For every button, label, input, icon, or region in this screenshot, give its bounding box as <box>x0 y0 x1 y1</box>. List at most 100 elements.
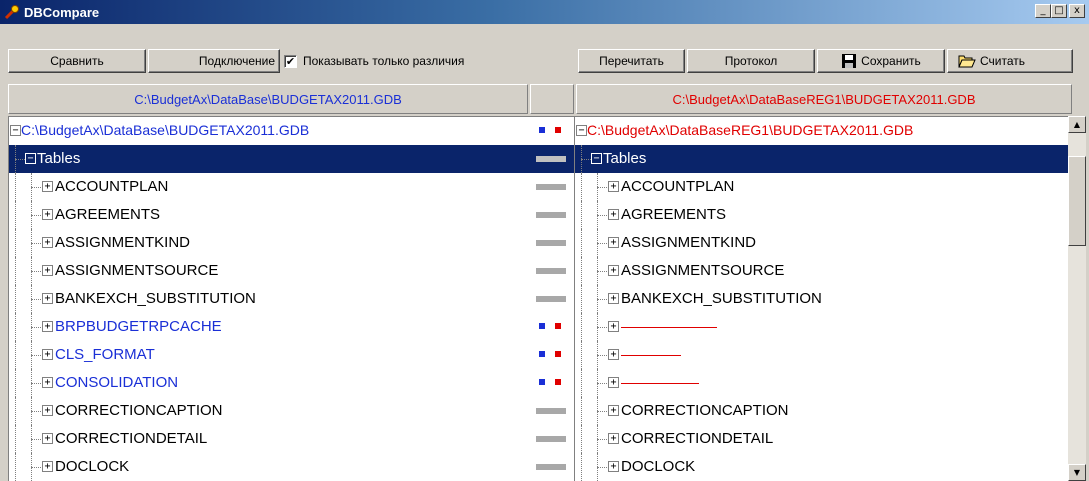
tree-item-right[interactable]: + AGREEMENTS <box>575 201 1068 229</box>
table-name: ASSIGNMENTKIND <box>621 234 757 251</box>
expand-icon[interactable]: + <box>608 181 619 192</box>
diff-marker-blue <box>539 351 545 357</box>
connect-button[interactable]: Подключение <box>148 49 280 73</box>
tree-item-right[interactable]: + ASSIGNMENTSOURCE <box>575 257 1068 285</box>
expand-icon[interactable]: + <box>42 321 53 332</box>
expand-icon[interactable]: + <box>608 321 619 332</box>
expand-icon[interactable]: + <box>42 461 53 472</box>
left-items: + ACCOUNTPLAN + AGREEMENTS + ASSIGNMENTKIND + A… <box>9 173 530 481</box>
tree-item-right[interactable]: + ASSIGNMENTKIND <box>575 229 1068 257</box>
table-name: BANKEXCH_SUBSTITUTION <box>55 290 256 307</box>
tree-item-right[interactable]: + BANKEXCH_SUBSTITUTION <box>575 285 1068 313</box>
tree-item-left[interactable]: + CORRECTIONDETAIL <box>9 425 530 453</box>
tree-item-right[interactable]: + <box>575 313 1068 341</box>
table-name: CORRECTIONCAPTION <box>621 402 789 419</box>
tree-item-right[interactable]: + CORRECTIONDETAIL <box>575 425 1068 453</box>
expand-icon[interactable]: + <box>42 433 53 444</box>
checkbox-box[interactable]: ✔ <box>284 54 297 68</box>
expand-icon[interactable]: + <box>42 265 53 276</box>
tree-item-left[interactable]: + BANKEXCH_SUBSTITUTION <box>9 285 530 313</box>
tree-line <box>15 397 16 425</box>
expand-icon[interactable]: + <box>608 209 619 220</box>
diff-marker-blue <box>539 323 545 329</box>
expand-icon[interactable]: + <box>608 377 619 388</box>
diff-marker-blue <box>539 379 545 385</box>
tree-root-left[interactable]: − C:\BudgetAx\DataBase\BUDGETAX2011.GDB <box>9 117 530 145</box>
save-label: Сохранить <box>861 54 921 68</box>
expand-icon[interactable]: + <box>42 293 53 304</box>
tree-line <box>581 201 582 229</box>
left-tree-panel[interactable]: − C:\BudgetAx\DataBase\BUDGETAX2011.GDB … <box>8 116 530 481</box>
expand-icon[interactable]: + <box>608 349 619 360</box>
tree-line <box>581 285 582 313</box>
tree-item-left[interactable]: + ASSIGNMENTKIND <box>9 229 530 257</box>
tables-label: Tables <box>37 150 81 167</box>
expand-icon[interactable]: + <box>42 209 53 220</box>
table-name: CLS_FORMAT <box>55 346 155 363</box>
missing-object-line <box>621 327 717 328</box>
tree-item-left[interactable]: + BRPBUDGETRPCACHE <box>9 313 530 341</box>
expand-icon[interactable]: + <box>608 433 619 444</box>
scroll-down-button[interactable]: ▼ <box>1068 464 1086 481</box>
same-indicator <box>536 296 566 302</box>
load-button[interactable]: Считать <box>947 49 1073 73</box>
expand-icon[interactable]: + <box>608 461 619 472</box>
expand-icon[interactable]: + <box>42 181 53 192</box>
table-name: ASSIGNMENTSOURCE <box>621 262 785 279</box>
show-diff-label: Показывать только различия <box>303 54 465 68</box>
scroll-up-button[interactable]: ▲ <box>1068 116 1086 133</box>
tree-item-left[interactable]: + ASSIGNMENTSOURCE <box>9 257 530 285</box>
right-path-header: C:\BudgetAx\DataBaseREG1\BUDGETAX2011.GD… <box>576 84 1072 114</box>
expand-icon[interactable]: + <box>608 237 619 248</box>
same-indicator <box>536 156 566 162</box>
tree-line <box>15 369 16 397</box>
compare-button[interactable]: Сравнить <box>8 49 146 73</box>
tree-item-right[interactable]: + CORRECTIONCAPTION <box>575 397 1068 425</box>
tree-item-left[interactable]: + CONSOLIDATION <box>9 369 530 397</box>
table-name: ACCOUNTPLAN <box>55 178 169 195</box>
tree-item-left[interactable]: + ACCOUNTPLAN <box>9 173 530 201</box>
maximize-button[interactable]: □ <box>1051 4 1067 18</box>
expand-icon[interactable]: + <box>42 405 53 416</box>
app-icon <box>4 4 20 20</box>
tree-root-right[interactable]: − C:\BudgetAx\DataBaseREG1\BUDGETAX2011.… <box>575 117 1068 145</box>
save-button[interactable]: Сохранить <box>817 49 945 73</box>
expand-icon[interactable]: + <box>42 377 53 388</box>
collapse-icon[interactable]: − <box>10 125 21 136</box>
minimize-button[interactable]: _ <box>1035 4 1051 18</box>
expand-icon[interactable]: + <box>608 405 619 416</box>
mid-items <box>530 173 574 481</box>
tree-line <box>581 453 582 481</box>
reread-button[interactable]: Перечитать <box>578 49 685 73</box>
tree-item-right[interactable]: + <box>575 369 1068 397</box>
tree-line <box>581 425 582 453</box>
tree-item-right[interactable]: + ACCOUNTPLAN <box>575 173 1068 201</box>
expand-icon[interactable]: + <box>42 237 53 248</box>
scroll-thumb[interactable] <box>1068 156 1086 246</box>
table-name: CORRECTIONCAPTION <box>55 402 223 419</box>
vertical-scrollbar[interactable]: ▲ ▼ <box>1068 116 1086 481</box>
log-button[interactable]: Протокол <box>687 49 815 73</box>
title-bar[interactable]: DBCompare _ □ x <box>0 0 1089 24</box>
root-left-label: C:\BudgetAx\DataBase\BUDGETAX2011.GDB <box>21 122 310 138</box>
tree-item-left[interactable]: + CORRECTIONCAPTION <box>9 397 530 425</box>
right-tree-panel[interactable]: − C:\BudgetAx\DataBaseREG1\BUDGETAX2011.… <box>574 116 1068 481</box>
indicator-row <box>530 425 574 453</box>
expand-icon[interactable]: + <box>608 265 619 276</box>
show-diff-checkbox[interactable]: ✔ Показывать только различия <box>284 49 464 73</box>
collapse-icon[interactable]: − <box>576 125 587 136</box>
close-button[interactable]: x <box>1069 4 1085 18</box>
expand-icon[interactable]: + <box>608 293 619 304</box>
collapse-icon[interactable]: − <box>25 153 36 164</box>
tree-line <box>15 425 16 453</box>
expand-icon[interactable]: + <box>42 349 53 360</box>
tables-node-right[interactable]: − Tables <box>575 145 1068 173</box>
tree-item-left[interactable]: + AGREEMENTS <box>9 201 530 229</box>
collapse-icon[interactable]: − <box>591 153 602 164</box>
tables-node-left[interactable]: − Tables <box>9 145 530 173</box>
tree-item-right[interactable]: + <box>575 341 1068 369</box>
tree-item-left[interactable]: + CLS_FORMAT <box>9 341 530 369</box>
tree-item-left[interactable]: + DOCLOCK <box>9 453 530 481</box>
diff-marker-red <box>555 379 561 385</box>
tree-item-right[interactable]: + DOCLOCK <box>575 453 1068 481</box>
